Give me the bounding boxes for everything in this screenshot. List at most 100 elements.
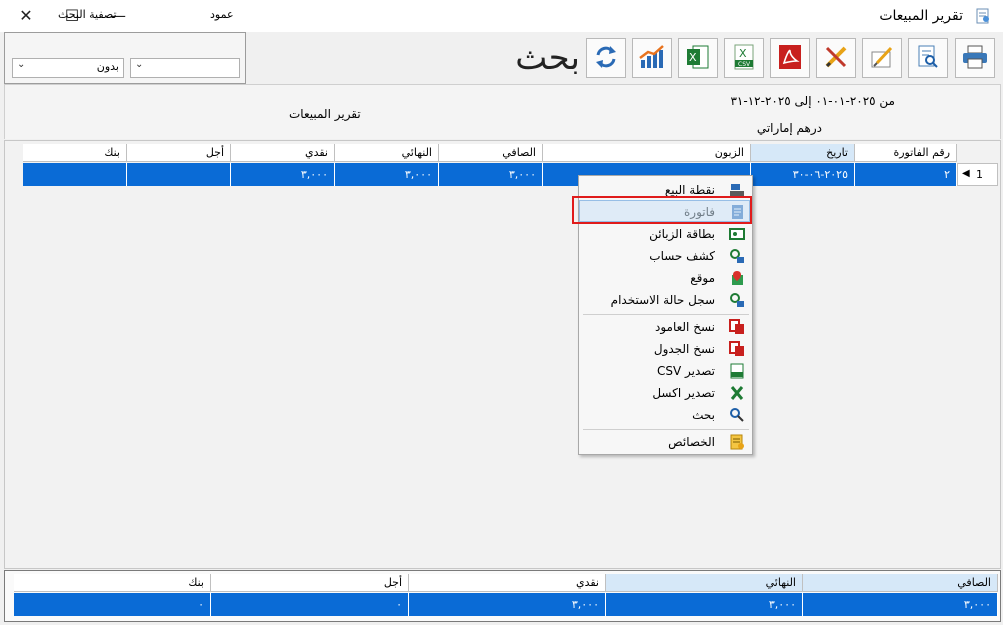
report-title: تقرير المبيعات [289, 107, 361, 121]
report-grid [4, 140, 1001, 569]
pdf-icon [777, 43, 803, 74]
menu-item-label: بطاقة الزبائن [649, 227, 715, 241]
row-index: 1 [976, 168, 983, 181]
svg-text:X: X [689, 51, 697, 64]
chart-button[interactable] [632, 38, 672, 78]
window-title: تقرير المبيعات [879, 8, 963, 24]
date-range: من ٢٠٢٥-٠١-٠١ إلى ٢٠٢٥-١٢-٣١ [730, 94, 895, 108]
pos-icon [729, 182, 745, 198]
menu-item-label: الخصائص [668, 435, 715, 449]
menu-separator [583, 429, 749, 430]
excel-button[interactable]: X [678, 38, 718, 78]
column-header-bank[interactable]: بنك [23, 144, 127, 162]
excel-icon: X [685, 43, 711, 74]
close-button[interactable]: ✕ [8, 4, 44, 28]
refresh-button[interactable] [586, 38, 626, 78]
menu-item-customer-card[interactable]: بطاقة الزبائن [580, 223, 751, 245]
column-select[interactable]: ⌄ [130, 58, 240, 78]
csv-button[interactable]: X CSV [724, 38, 764, 78]
menu-separator [583, 314, 749, 315]
copy-column-icon [729, 319, 745, 335]
row-header[interactable]: ◀ 1 [957, 163, 998, 186]
column-header-net[interactable]: الصافي [439, 144, 543, 162]
excel-export-icon [729, 385, 745, 401]
design-icon [823, 44, 849, 73]
column-label: عمود [210, 8, 234, 21]
row-pointer-icon: ◀ [962, 168, 970, 179]
search-title: بحث [515, 38, 580, 78]
customer-card-icon [729, 226, 745, 242]
cell-cash[interactable]: ٣,٠٠٠ [231, 163, 335, 186]
menu-item-export-csv[interactable]: تصدير CSV [580, 360, 751, 382]
search-icon [729, 407, 745, 423]
menu-item-pos[interactable]: نقطة البيع [580, 179, 751, 201]
csv-icon: X CSV [731, 43, 757, 74]
cell-net[interactable]: ٣,٠٠٠ [439, 163, 543, 186]
chevron-down-icon: ⌄ [17, 59, 26, 70]
menu-item-usage-log[interactable]: سجل حالة الاستخدام [580, 289, 751, 311]
footer-value-net[interactable]: ٣,٠٠٠ [803, 593, 998, 616]
usage-log-icon [729, 292, 745, 308]
menu-item-location[interactable]: موقع [580, 267, 751, 289]
menu-item-search[interactable]: بحث [580, 404, 751, 426]
menu-item-label: نسخ الجدول [653, 342, 715, 356]
footer-value-final[interactable]: ٣,٠٠٠ [606, 593, 803, 616]
footer-header-cash[interactable]: نقدي [409, 574, 606, 592]
filter-select-value: بدون [96, 60, 119, 73]
csv-export-icon [729, 363, 745, 379]
menu-item-label: بحث [692, 408, 715, 422]
footer-value-credit[interactable]: ٠ [211, 593, 409, 616]
chart-icon [638, 44, 666, 73]
copy-table-icon [729, 341, 745, 357]
column-header-customer[interactable]: الزبون [543, 144, 751, 162]
report-header [4, 84, 1001, 139]
filter-select[interactable]: ⌄ بدون [12, 58, 124, 78]
footer-header-credit[interactable]: أجل [211, 574, 409, 592]
column-header-credit[interactable]: أجل [127, 144, 231, 162]
menu-item-label: نسخ العامود [654, 320, 715, 334]
print-button[interactable] [955, 38, 995, 78]
design-button[interactable] [816, 38, 856, 78]
currency-label: درهم إماراتي [756, 121, 822, 135]
edit-report-button[interactable] [862, 38, 902, 78]
menu-item-export-excel[interactable]: تصدير اكسل [580, 382, 751, 404]
footer-header-net[interactable]: الصافي [803, 574, 998, 592]
preview-icon [915, 44, 941, 73]
column-header-invoice[interactable]: رقم الفاتورة [855, 144, 957, 162]
footer-header-bank[interactable]: بنك [14, 574, 211, 592]
menu-item-label: سجل حالة الاستخدام [610, 293, 715, 307]
cell-bank[interactable] [23, 163, 127, 186]
footer-value-bank[interactable]: ٠ [14, 593, 211, 616]
edit-report-icon [869, 44, 895, 73]
menu-item-label: فاتورة [683, 205, 715, 219]
footer-header-final[interactable]: النهائي [606, 574, 803, 592]
menu-item-copy-column[interactable]: نسخ العامود [580, 316, 751, 338]
footer-value-cash[interactable]: ٣,٠٠٠ [409, 593, 606, 616]
report-app-icon [975, 8, 991, 24]
menu-item-label: كشف حساب [649, 249, 715, 263]
menu-item-statement[interactable]: كشف حساب [580, 245, 751, 267]
print-icon [961, 44, 989, 73]
invoice-icon [729, 204, 745, 220]
refresh-icon [593, 44, 619, 73]
column-header-final[interactable]: النهائي [335, 144, 439, 162]
column-header-cash[interactable]: نقدي [231, 144, 335, 162]
cell-invoice[interactable]: ٢ [855, 163, 957, 186]
title-bar [0, 0, 1003, 33]
cell-credit[interactable] [127, 163, 231, 186]
cell-date[interactable]: ٢٠٢٥-٠٦-٣٠ [751, 163, 855, 186]
chevron-down-icon: ⌄ [135, 59, 144, 70]
context-menu: نقطة البيع فاتورة بطاقة الزبائن كشف حساب… [578, 175, 753, 455]
pdf-button[interactable] [770, 38, 810, 78]
svg-text:X: X [739, 47, 747, 60]
properties-icon [729, 434, 745, 450]
cell-final[interactable]: ٣,٠٠٠ [335, 163, 439, 186]
menu-item-label: موقع [690, 271, 715, 285]
preview-button[interactable] [908, 38, 948, 78]
column-header-date[interactable]: تاريخ [751, 144, 855, 162]
menu-item-label: تصدير CSV [656, 364, 715, 378]
location-icon [729, 270, 745, 286]
menu-item-copy-table[interactable]: نسخ الجدول [580, 338, 751, 360]
menu-item-properties[interactable]: الخصائص [580, 431, 751, 453]
menu-item-invoice[interactable]: فاتورة [580, 201, 751, 223]
